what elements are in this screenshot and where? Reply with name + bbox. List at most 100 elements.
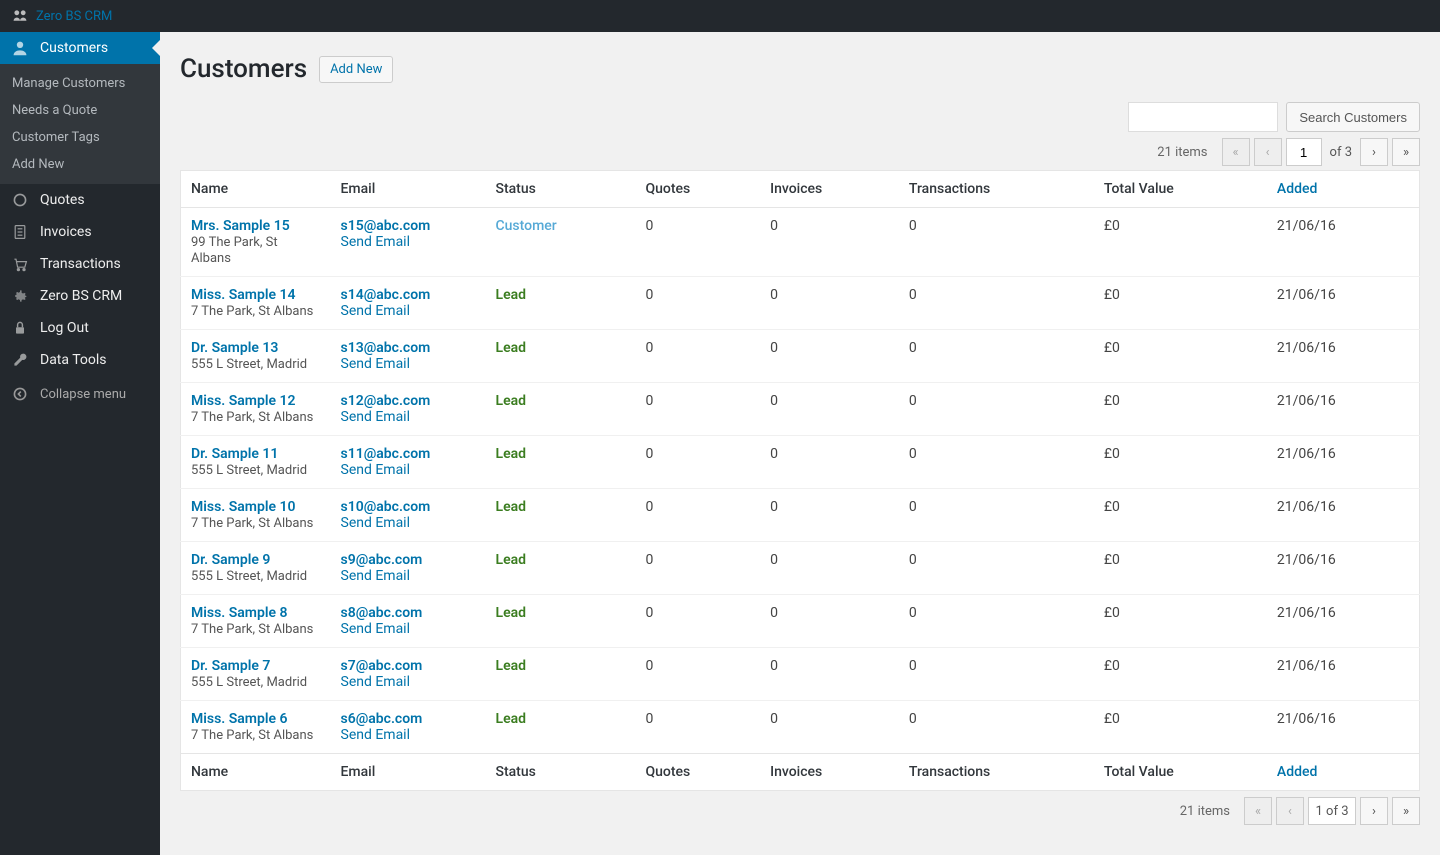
column-header-added[interactable]: Added: [1267, 171, 1420, 208]
customer-email-link[interactable]: s9@abc.com: [341, 552, 476, 568]
customer-email-link[interactable]: s14@abc.com: [341, 287, 476, 303]
send-email-link[interactable]: Send Email: [341, 409, 411, 425]
column-footer-transactions[interactable]: Transactions: [899, 754, 1094, 791]
last-page-button[interactable]: »: [1392, 797, 1420, 825]
customer-address: 7 The Park, St Albans: [191, 304, 313, 319]
customer-email-link[interactable]: s15@abc.com: [341, 218, 476, 234]
first-page-button[interactable]: «: [1244, 797, 1272, 825]
first-page-button[interactable]: «: [1222, 138, 1250, 166]
cell-transactions: 0: [899, 208, 1094, 277]
send-email-link[interactable]: Send Email: [341, 303, 411, 319]
column-header-transactions[interactable]: Transactions: [899, 171, 1094, 208]
sidebar-item-label: Log Out: [40, 320, 89, 336]
customer-email-link[interactable]: s12@abc.com: [341, 393, 476, 409]
collapse-menu-button[interactable]: Collapse menu: [0, 376, 160, 412]
cell-total-value: £0: [1094, 595, 1267, 648]
cell-total-value: £0: [1094, 383, 1267, 436]
cell-quotes: 0: [636, 208, 761, 277]
column-footer-name[interactable]: Name: [181, 754, 331, 791]
cell-quotes: 0: [636, 701, 761, 754]
sidebar-subitem-customer-tags[interactable]: Customer Tags: [0, 124, 160, 151]
search-toolbar: Search Customers: [180, 102, 1420, 132]
table-row: Miss. Sample 87 The Park, St Albanss8@ab…: [181, 595, 1420, 648]
customer-email-link[interactable]: s13@abc.com: [341, 340, 476, 356]
sort-added-link[interactable]: Added: [1277, 764, 1317, 780]
customer-email-link[interactable]: s6@abc.com: [341, 711, 476, 727]
last-page-button[interactable]: »: [1392, 138, 1420, 166]
customer-email-link[interactable]: s7@abc.com: [341, 658, 476, 674]
sidebar-item-log-out[interactable]: Log Out: [0, 312, 160, 344]
column-footer-status[interactable]: Status: [486, 754, 636, 791]
send-email-link[interactable]: Send Email: [341, 515, 411, 531]
cell-total-value: £0: [1094, 208, 1267, 277]
customer-name-link[interactable]: Dr. Sample 13: [191, 340, 321, 356]
prev-page-button[interactable]: ‹: [1276, 797, 1304, 825]
column-header-status[interactable]: Status: [486, 171, 636, 208]
customer-email-link[interactable]: s8@abc.com: [341, 605, 476, 621]
send-email-link[interactable]: Send Email: [341, 356, 411, 372]
column-header-total-value[interactable]: Total Value: [1094, 171, 1267, 208]
table-row: Dr. Sample 13555 L Street, Madrids13@abc…: [181, 330, 1420, 383]
sidebar-item-transactions[interactable]: Transactions: [0, 248, 160, 280]
add-new-button[interactable]: Add New: [319, 56, 393, 83]
next-page-button[interactable]: ›: [1360, 138, 1388, 166]
customer-name-link[interactable]: Miss. Sample 6: [191, 711, 321, 727]
column-footer-quotes[interactable]: Quotes: [636, 754, 761, 791]
sidebar-subitem-label: Customer Tags: [12, 130, 100, 145]
lock-icon: [12, 320, 32, 336]
column-footer-invoices[interactable]: Invoices: [760, 754, 899, 791]
customer-name-link[interactable]: Mrs. Sample 15: [191, 218, 321, 234]
customer-name-link[interactable]: Miss. Sample 8: [191, 605, 321, 621]
customer-name-link[interactable]: Dr. Sample 11: [191, 446, 321, 462]
sidebar-item-data-tools[interactable]: Data Tools: [0, 344, 160, 376]
sidebar-item-quotes[interactable]: Quotes: [0, 184, 160, 216]
customer-name-link[interactable]: Miss. Sample 10: [191, 499, 321, 515]
send-email-link[interactable]: Send Email: [341, 674, 411, 690]
sidebar-subitem-label: Manage Customers: [12, 76, 125, 91]
column-footer-email[interactable]: Email: [331, 754, 486, 791]
send-email-link[interactable]: Send Email: [341, 621, 411, 637]
gear-icon: [12, 288, 32, 304]
cell-transactions: 0: [899, 436, 1094, 489]
sidebar-item-zero-bs-crm[interactable]: Zero BS CRM: [0, 280, 160, 312]
customer-email-link[interactable]: s10@abc.com: [341, 499, 476, 515]
next-page-button[interactable]: ›: [1360, 797, 1388, 825]
cell-added: 21/06/16: [1267, 208, 1420, 277]
cell-quotes: 0: [636, 383, 761, 436]
send-email-link[interactable]: Send Email: [341, 462, 411, 478]
prev-page-button[interactable]: ‹: [1254, 138, 1282, 166]
search-input[interactable]: [1128, 102, 1278, 132]
column-header-invoices[interactable]: Invoices: [760, 171, 899, 208]
customer-name-link[interactable]: Dr. Sample 7: [191, 658, 321, 674]
cell-added: 21/06/16: [1267, 436, 1420, 489]
send-email-link[interactable]: Send Email: [341, 727, 411, 743]
table-row: Dr. Sample 7555 L Street, Madrids7@abc.c…: [181, 648, 1420, 701]
customer-address: 99 The Park, St Albans: [191, 235, 278, 266]
user-icon: [12, 40, 32, 56]
customer-status: Lead: [496, 552, 527, 568]
cell-added: 21/06/16: [1267, 383, 1420, 436]
customer-email-link[interactable]: s11@abc.com: [341, 446, 476, 462]
send-email-link[interactable]: Send Email: [341, 568, 411, 584]
column-header-email[interactable]: Email: [331, 171, 486, 208]
sort-added-link[interactable]: Added: [1277, 181, 1317, 197]
customer-name-link[interactable]: Dr. Sample 9: [191, 552, 321, 568]
send-email-link[interactable]: Send Email: [341, 234, 411, 250]
sidebar-subitem-needs-a-quote[interactable]: Needs a Quote: [0, 97, 160, 124]
current-page-input[interactable]: [1286, 138, 1322, 166]
search-customers-button[interactable]: Search Customers: [1286, 102, 1420, 132]
sidebar-item-invoices[interactable]: Invoices: [0, 216, 160, 248]
sidebar-item-customers[interactable]: Customers: [0, 32, 160, 64]
column-footer-total-value[interactable]: Total Value: [1094, 754, 1267, 791]
customer-name-link[interactable]: Miss. Sample 14: [191, 287, 321, 303]
site-name-link[interactable]: Zero BS CRM: [36, 9, 112, 24]
column-footer-added[interactable]: Added: [1267, 754, 1420, 791]
sidebar-item-label: Transactions: [40, 256, 121, 272]
column-header-quotes[interactable]: Quotes: [636, 171, 761, 208]
customer-name-link[interactable]: Miss. Sample 12: [191, 393, 321, 409]
sidebar-subitem-add-new[interactable]: Add New: [0, 151, 160, 178]
sidebar-subitem-manage-customers[interactable]: Manage Customers: [0, 70, 160, 97]
customer-status: Customer: [496, 218, 557, 234]
column-header-name[interactable]: Name: [181, 171, 331, 208]
collapse-icon: [12, 386, 32, 402]
